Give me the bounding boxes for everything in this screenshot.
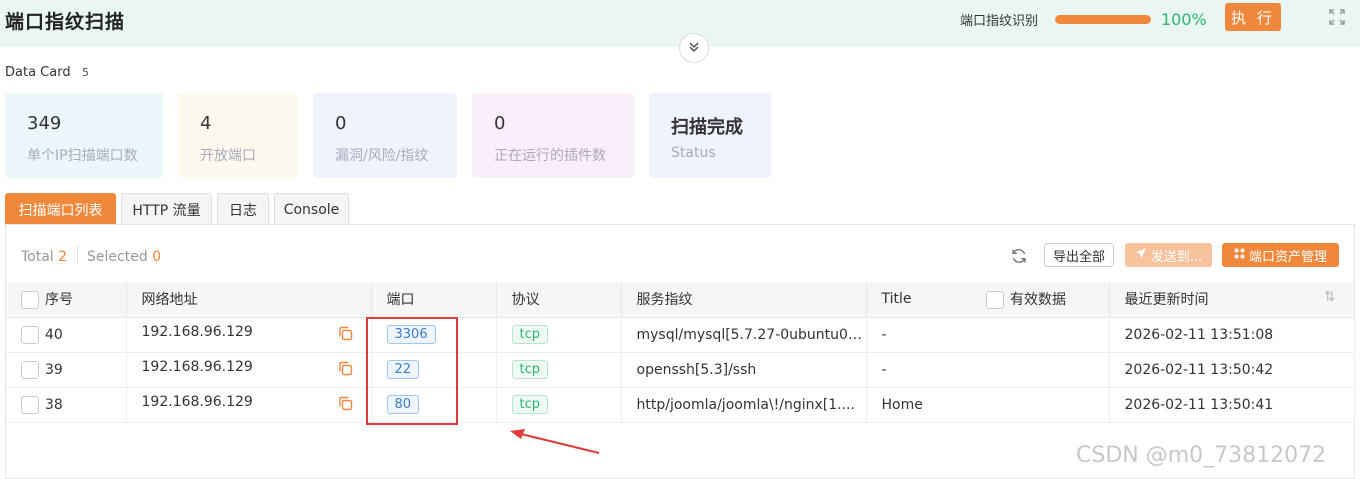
tab-log[interactable]: 日志 (217, 193, 269, 225)
sort-icon[interactable]: ⇅ (1324, 289, 1336, 305)
row-id: 39 (45, 361, 63, 378)
fullscreen-icon[interactable] (1328, 8, 1346, 26)
column-header-protocol: 协议 (496, 282, 622, 318)
annotation-highlight-box (366, 317, 458, 425)
row-id: 38 (45, 396, 63, 413)
send-icon (1135, 247, 1147, 263)
tab-scan-port-list[interactable]: 扫描端口列表 (5, 193, 116, 225)
table-row[interactable]: 39 192.168.96.129 22 tcp openssh[5.3]/ss… (6, 352, 1355, 388)
port-table: 序号 网络地址 端口 协议 服务指纹 Title 有效数据 最近更新时间 ⇅ 40… (6, 282, 1355, 423)
port-asset-manage-label: 端口资产管理 (1248, 249, 1327, 265)
collapse-toggle-button[interactable] (679, 33, 709, 63)
row-checkbox[interactable] (21, 395, 39, 414)
stat-card-open-ports: 4 开放端口 (178, 93, 298, 178)
stat-card-vulns: 0 漏洞/风险/指纹 (313, 93, 457, 178)
row-checkbox[interactable] (21, 325, 39, 344)
protocol-tag: tcp (511, 395, 548, 414)
protocol-tag: tcp (511, 360, 548, 379)
row-address: 192.168.96.129 (141, 324, 253, 340)
total-value: 2 (58, 249, 68, 265)
tab-http-traffic[interactable]: HTTP 流量 (121, 193, 212, 225)
progress-label: 端口指纹识别 (960, 14, 1039, 29)
port-list-panel: Total 2 Selected 0 导出全部 发送到... 端口资产管理 序号… (5, 224, 1355, 479)
stat-card-ports-per-ip: 349 单个IP扫描端口数 (5, 93, 163, 178)
row-fingerprint: openssh[5.3]/ssh (621, 352, 867, 388)
column-header-port: 端口 (371, 282, 497, 318)
row-title: Home (866, 387, 1110, 423)
stat-label: 正在运行的插件数 (494, 148, 606, 164)
column-header-id[interactable]: 序号 (6, 282, 127, 318)
row-fingerprint: mysql/mysql[5.7.27-0ubuntu0.... (621, 317, 867, 353)
data-card-count: 5 (82, 66, 89, 79)
stat-label: 漏洞/风险/指纹 (335, 148, 429, 164)
column-header-address: 网络地址 (126, 282, 372, 318)
row-id: 40 (45, 326, 63, 343)
progress-bar-fill (1055, 15, 1151, 24)
column-label: 序号 (45, 292, 73, 309)
double-chevron-down-icon (687, 39, 701, 58)
column-label: 最近更新时间 (1124, 292, 1209, 309)
row-title: - (866, 317, 1110, 353)
progress-percent: 100% (1161, 10, 1207, 29)
row-fingerprint: http/joomla/joomla\!/nginx[1.... (621, 387, 867, 423)
select-all-checkbox[interactable] (21, 291, 39, 310)
stat-label: Status (671, 145, 716, 161)
progress-bar (1055, 15, 1151, 24)
export-all-button[interactable]: 导出全部 (1044, 243, 1114, 267)
stat-value: 4 (200, 113, 212, 134)
page-title: 端口指纹扫描 (5, 11, 126, 33)
total-label: Total (21, 249, 54, 265)
stat-label: 单个IP扫描端口数 (27, 148, 138, 164)
row-updated: 2026-02-11 13:50:41 (1109, 387, 1355, 423)
stat-value: 扫描完成 (671, 117, 743, 138)
column-header-updated[interactable]: 最近更新时间 ⇅ (1109, 282, 1355, 318)
row-checkbox[interactable] (21, 360, 39, 379)
watermark: CSDN @m0_73812072 (1076, 443, 1327, 468)
row-address: 192.168.96.129 (141, 359, 253, 375)
table-row[interactable]: 40 192.168.96.129 3306 tcp mysql/mysql[5… (6, 317, 1355, 353)
stat-label: 开放端口 (200, 148, 256, 164)
tab-console[interactable]: Console (274, 193, 349, 225)
send-to-button[interactable]: 发送到... (1125, 243, 1212, 267)
annotation-arrow-icon (510, 429, 600, 454)
table-row[interactable]: 38 192.168.96.129 80 tcp http/joomla/joo… (6, 387, 1355, 423)
stat-card-status: 扫描完成 Status (649, 93, 771, 178)
send-to-label: 发送到... (1150, 249, 1203, 265)
row-address: 192.168.96.129 (141, 394, 253, 410)
row-title: - (866, 352, 1110, 388)
column-header-title: Title (866, 282, 971, 318)
selected-value: 0 (152, 249, 162, 265)
grid-icon (1234, 248, 1245, 263)
data-card-label: Data Card (5, 65, 71, 80)
row-updated: 2026-02-11 13:51:08 (1109, 317, 1355, 353)
execute-button[interactable]: 执 行 (1225, 3, 1281, 31)
column-header-valid-data: 有效数据 (971, 282, 1110, 318)
column-label: 有效数据 (1010, 292, 1066, 309)
copy-icon[interactable] (338, 396, 353, 415)
divider (77, 246, 78, 264)
row-updated: 2026-02-11 13:50:42 (1109, 352, 1355, 388)
table-header-row: 序号 网络地址 端口 协议 服务指纹 Title 有效数据 最近更新时间 ⇅ (6, 282, 1355, 318)
stat-value: 0 (335, 113, 347, 134)
port-asset-manage-button[interactable]: 端口资产管理 (1222, 243, 1339, 267)
selected-label: Selected (87, 249, 148, 265)
copy-icon[interactable] (338, 326, 353, 345)
valid-data-checkbox[interactable] (986, 291, 1004, 310)
protocol-tag: tcp (511, 325, 548, 344)
column-header-fingerprint: 服务指纹 (621, 282, 867, 318)
refresh-icon[interactable] (1010, 247, 1028, 265)
total-count: Total 2 (21, 249, 67, 265)
stat-card-running-plugins: 0 正在运行的插件数 (472, 93, 634, 178)
stat-value: 349 (27, 113, 62, 134)
stat-value: 0 (494, 113, 506, 134)
copy-icon[interactable] (338, 361, 353, 380)
selected-count: Selected 0 (87, 249, 161, 265)
